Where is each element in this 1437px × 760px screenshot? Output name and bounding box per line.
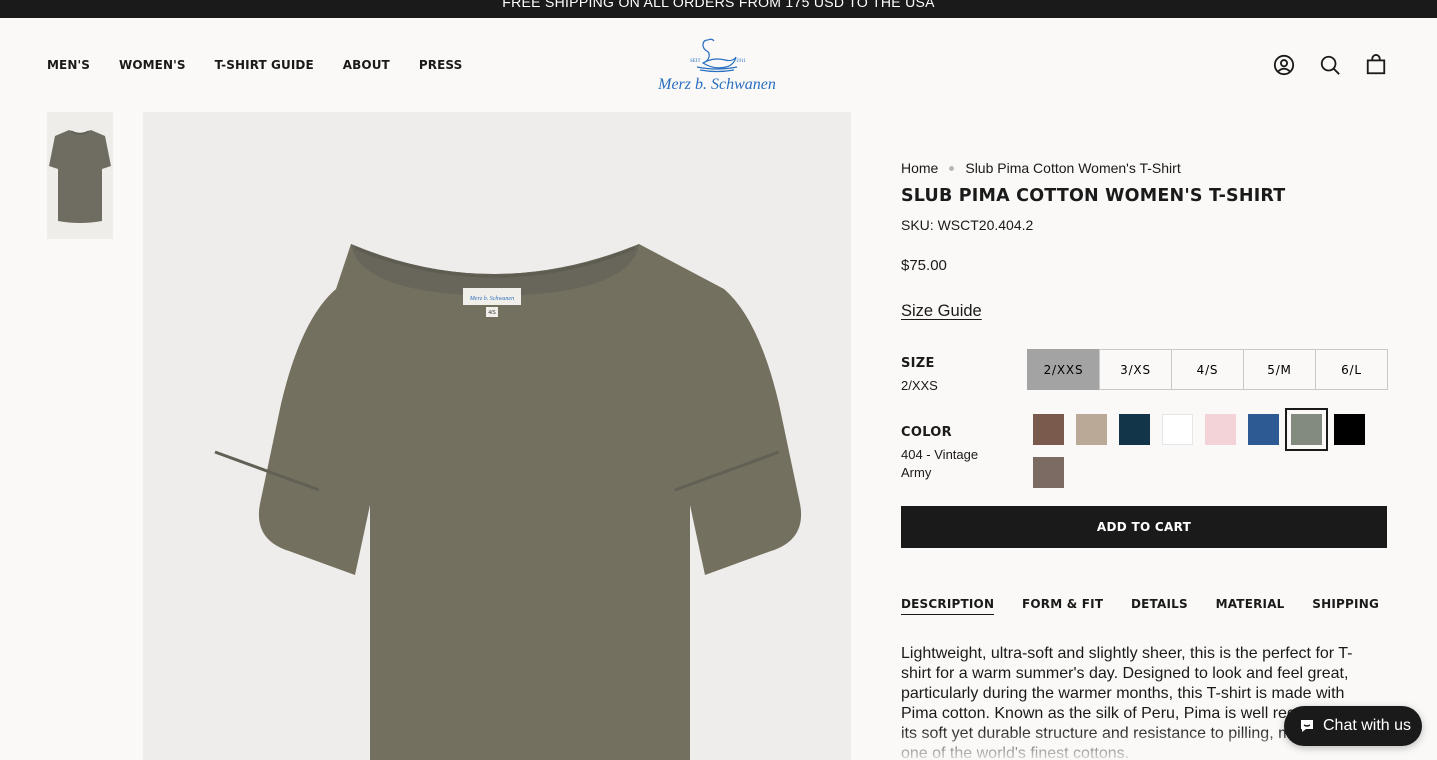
color-swatch-fill — [1076, 414, 1107, 445]
breadcrumb-separator — [949, 165, 955, 171]
tab-description[interactable]: DESCRIPTION — [901, 597, 995, 615]
tshirt-main-image: Merz b. Schwanen 4/S — [214, 244, 802, 760]
color-swatch[interactable] — [1027, 451, 1070, 494]
color-swatch[interactable] — [1199, 408, 1242, 451]
logo-wordmark: Merz b. Schwanen — [657, 76, 776, 93]
search-icon[interactable] — [1319, 54, 1341, 76]
color-swatches — [1027, 408, 1397, 494]
shirt-label-brand: Merz b. Schwanen — [469, 296, 514, 302]
logo-year-right: 1911 — [736, 59, 746, 64]
color-swatch[interactable] — [1242, 408, 1285, 451]
size-option-2-xxs[interactable]: 2/XXS — [1027, 349, 1100, 390]
product-main-image[interactable]: Merz b. Schwanen 4/S — [143, 112, 851, 760]
color-label: COLOR — [901, 425, 952, 440]
announcement-bar: FREE SHIPPING ON ALL ORDERS FROM 175 USD… — [0, 0, 1437, 18]
color-swatch[interactable] — [1328, 408, 1371, 451]
breadcrumb-home[interactable]: Home — [901, 160, 938, 176]
chat-button[interactable]: Chat with us — [1284, 706, 1422, 746]
add-to-cart-button[interactable]: ADD TO CART — [901, 506, 1387, 548]
color-swatch-fill — [1119, 414, 1150, 445]
product-thumbnail[interactable] — [47, 112, 113, 239]
product-price: $75.00 — [901, 257, 947, 274]
logo-year-left: SEIT — [690, 59, 701, 64]
product-tabs: DESCRIPTION FORM & FIT DETAILS MATERIAL … — [901, 597, 1387, 615]
site-header: MEN'S WOMEN'S T-SHIRT GUIDE ABOUT PRESS … — [0, 18, 1437, 112]
color-swatch-fill — [1248, 414, 1279, 445]
tshirt-thumbnail-image — [49, 130, 111, 223]
color-swatch-fill — [1205, 414, 1236, 445]
color-swatch-fill — [1033, 414, 1064, 445]
color-swatch[interactable] — [1285, 408, 1328, 451]
chat-label: Chat with us — [1323, 717, 1412, 734]
breadcrumb: Home Slub Pima Cotton Women's T-Shirt — [901, 160, 1181, 176]
tab-shipping[interactable]: SHIPPING — [1312, 597, 1379, 615]
tab-details[interactable]: DETAILS — [1131, 597, 1188, 615]
breadcrumb-current: Slub Pima Cotton Women's T-Shirt — [965, 160, 1181, 176]
tab-form-fit[interactable]: FORM & FIT — [1022, 597, 1103, 615]
nav-press[interactable]: PRESS — [419, 58, 462, 72]
size-guide-link[interactable]: Size Guide — [901, 302, 982, 321]
size-selector: 2/XXS 3/XS 4/S 5/M 6/L — [1027, 349, 1388, 390]
size-option-5-m[interactable]: 5/M — [1243, 349, 1316, 390]
color-swatch[interactable] — [1113, 408, 1156, 451]
announcement-text: FREE SHIPPING ON ALL ORDERS FROM 175 USD… — [502, 0, 935, 10]
nav-mens[interactable]: MEN'S — [47, 58, 90, 72]
cart-icon[interactable] — [1365, 54, 1387, 76]
color-swatch[interactable] — [1070, 408, 1113, 451]
size-option-3-xs[interactable]: 3/XS — [1099, 349, 1172, 390]
color-swatch-fill — [1334, 414, 1365, 445]
size-selected-value: 2/XXS — [901, 378, 938, 393]
size-option-4-s[interactable]: 4/S — [1171, 349, 1244, 390]
swan-logo-icon: SEIT 1911 Merz b. Schwanen — [657, 38, 776, 93]
nav-about[interactable]: ABOUT — [343, 58, 390, 72]
header-icons — [1273, 54, 1387, 76]
main-nav: MEN'S WOMEN'S T-SHIRT GUIDE ABOUT PRESS — [47, 58, 491, 72]
color-swatch-fill — [1033, 457, 1064, 488]
size-option-6-l[interactable]: 6/L — [1315, 349, 1388, 390]
color-selected-value: 404 - Vintage Army — [901, 447, 979, 480]
color-swatch[interactable] — [1027, 408, 1070, 451]
product-title: SLUB PIMA COTTON WOMEN'S T-SHIRT — [901, 186, 1286, 206]
color-swatch-fill — [1162, 414, 1193, 445]
account-icon[interactable] — [1273, 54, 1295, 76]
nav-tshirt-guide[interactable]: T-SHIRT GUIDE — [215, 58, 314, 72]
nav-womens[interactable]: WOMEN'S — [119, 58, 186, 72]
tab-material[interactable]: MATERIAL — [1216, 597, 1285, 615]
brand-logo[interactable]: SEIT 1911 Merz b. Schwanen — [652, 34, 782, 96]
product-sku: SKU: WSCT20.404.2 — [901, 217, 1034, 233]
color-swatch[interactable] — [1156, 408, 1199, 451]
color-swatch-fill — [1291, 414, 1322, 445]
chat-bubble-icon — [1301, 720, 1313, 732]
shirt-label-size: 4/S — [488, 310, 496, 316]
size-label: SIZE — [901, 356, 935, 371]
